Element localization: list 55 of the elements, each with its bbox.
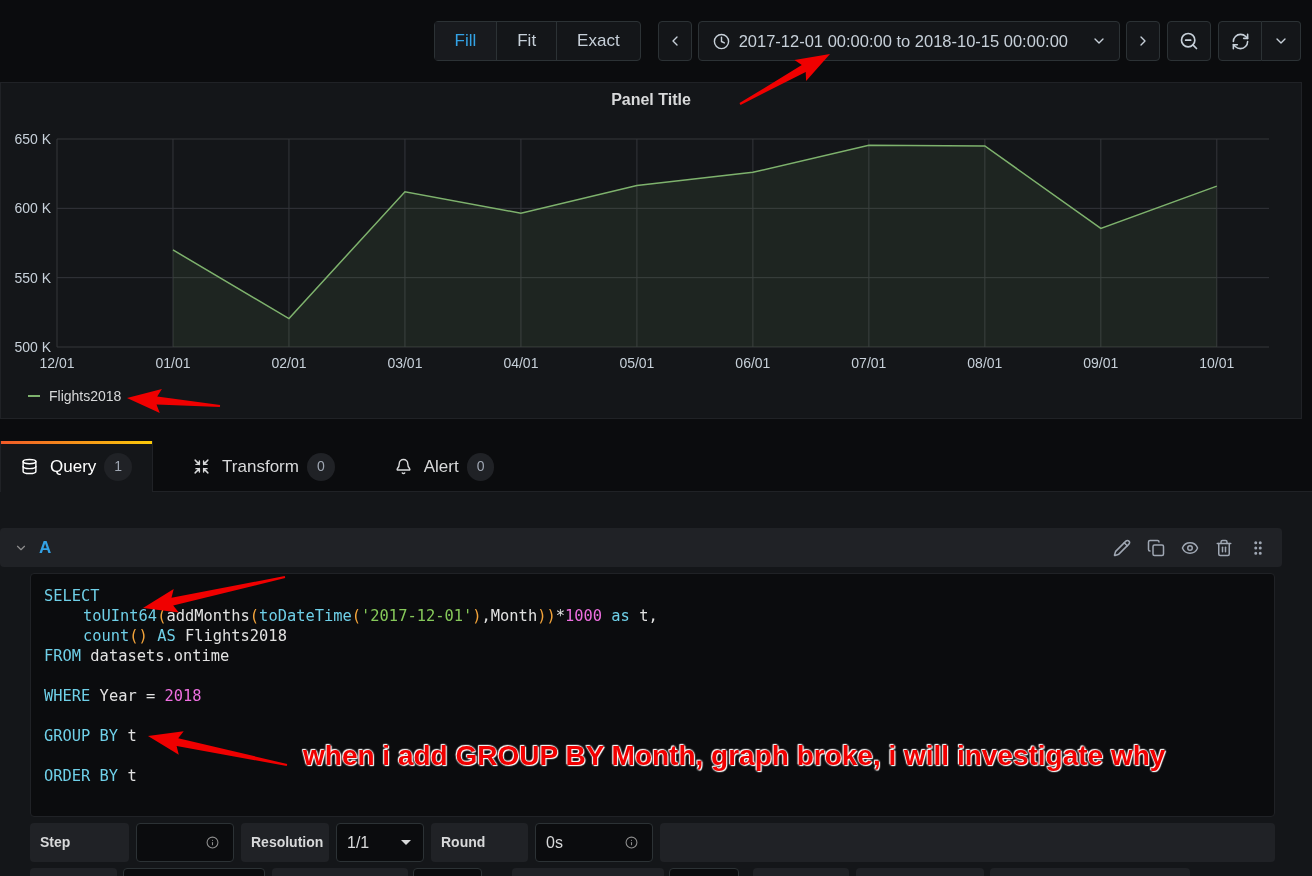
editor-tab[interactable]: Query 1 — [0, 441, 154, 492]
x-axis-label: 12/01 — [39, 355, 75, 371]
x-axis-label: 01/01 — [155, 355, 191, 371]
x-axis-label: 03/01 — [387, 355, 423, 371]
code-line: FROM datasets.ontime — [44, 646, 230, 666]
bell-icon — [394, 458, 412, 475]
x-axis-label: 04/01 — [503, 355, 539, 371]
clock-icon — [712, 32, 730, 50]
time-range-picker[interactable]: 2017-12-01 00:00:00 to 2018-10-15 00:00:00 — [697, 21, 1120, 61]
arrows-icon — [193, 458, 211, 475]
option-label: Step — [30, 823, 129, 862]
option-label: Round — [431, 823, 528, 862]
code-line: SELECT — [44, 586, 100, 606]
database-icon — [21, 458, 38, 475]
count-badge: 0 — [306, 452, 335, 481]
code-line: count() AS Flights2018 — [83, 626, 287, 646]
editor-tab[interactable]: Alert 0 — [374, 441, 515, 492]
panel-title: Panel Title — [611, 90, 691, 110]
option-input-field[interactable] — [136, 823, 234, 862]
y-axis-label: 650 K — [14, 131, 51, 147]
count-badge: 1 — [104, 452, 133, 481]
copy-icon[interactable] — [1147, 538, 1165, 557]
caret-down-icon — [401, 840, 411, 845]
x-axis-label: 07/01 — [851, 355, 887, 371]
code-line: WHERE Year = 2018 — [44, 686, 202, 706]
zoom-out-icon — [1179, 31, 1199, 51]
info-icon[interactable] — [206, 836, 219, 849]
count-badge: 0 — [466, 452, 495, 481]
view-mode-button[interactable]: Fit — [496, 22, 557, 60]
option-label: Resolution — [241, 823, 329, 862]
resolution-select[interactable]: 1/1 — [336, 823, 424, 862]
trash-icon[interactable] — [1215, 538, 1233, 557]
x-axis-label: 06/01 — [735, 355, 771, 371]
option-input-field[interactable]: 0s — [535, 823, 653, 862]
x-axis-label: 09/01 — [1083, 355, 1119, 371]
view-mode-button[interactable]: Exact — [556, 22, 640, 60]
refresh-button[interactable] — [1218, 21, 1262, 61]
code-line: GROUP BY t — [44, 726, 137, 746]
x-axis-label: 08/01 — [967, 355, 1003, 371]
legend-label[interactable]: Flights2018 — [49, 386, 122, 406]
y-axis-label: 500 K — [14, 339, 51, 355]
editor-tab[interactable]: Transform 0 — [173, 441, 355, 492]
x-axis-label: 10/01 — [1199, 355, 1235, 371]
code-line: ORDER BY t — [44, 766, 137, 786]
refresh-icon — [1230, 31, 1250, 51]
y-axis-label: 600 K — [14, 200, 51, 217]
info-icon[interactable] — [625, 836, 638, 849]
pencil-icon[interactable] — [1113, 538, 1131, 557]
x-axis-label: 05/01 — [619, 355, 655, 371]
annotation-note: when i add GROUP BY Month, graph broke, i will investigate why — [303, 739, 1166, 773]
query-ref-id[interactable]: A — [39, 534, 52, 561]
y-axis-label: 550 K — [14, 269, 51, 286]
zoom-out-button[interactable] — [1167, 21, 1211, 61]
view-mode-button[interactable]: Fill — [434, 22, 497, 60]
x-axis-label: 02/01 — [271, 355, 307, 371]
